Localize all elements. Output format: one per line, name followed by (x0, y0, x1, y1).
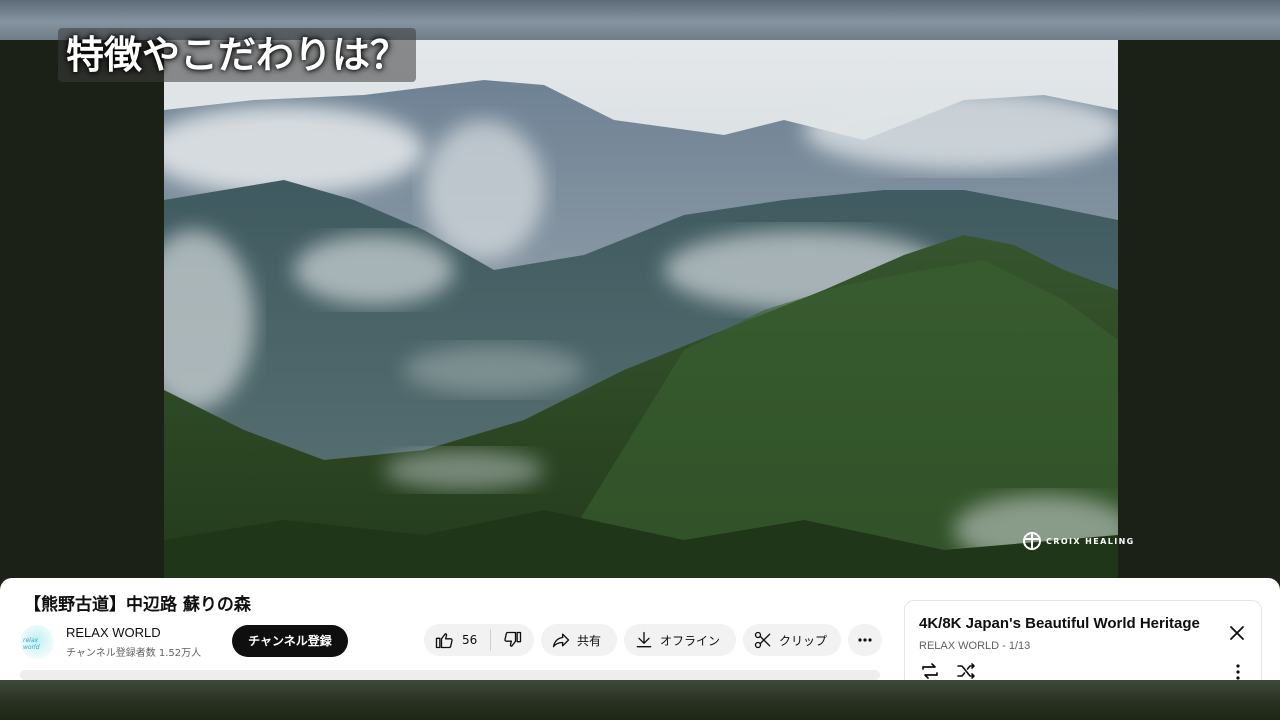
close-icon[interactable] (1227, 623, 1247, 643)
video-player[interactable] (164, 40, 1118, 578)
video-title: 【熊野古道】中辺路 蘇りの森 (24, 595, 251, 615)
channel-name[interactable]: RELAX WORLD (66, 625, 161, 640)
like-button[interactable]: 56 (424, 624, 490, 656)
app-frame: 特徴やこだわりは？ CROIX HEALING 【熊野古道】中辺路 蘇りの森 r… (0, 0, 1280, 720)
video-info-panel: 【熊野古道】中辺路 蘇りの森 relax world RELAX WORLD チ… (0, 578, 1280, 680)
more-horizontal-icon (858, 638, 872, 642)
dislike-button[interactable] (491, 624, 534, 656)
avatar-logo-text: relax world (23, 637, 40, 651)
download-button[interactable]: オフライン (624, 624, 736, 656)
video-caption: 特徴やこだわりは？ (58, 28, 417, 82)
like-dislike-group: 56 (424, 624, 534, 656)
share-button[interactable]: 共有 (541, 624, 617, 656)
more-actions-button[interactable] (848, 624, 882, 656)
croix-logo-icon (1023, 532, 1041, 550)
subscriber-count: チャンネル登録者数 1.52万人 (66, 648, 202, 659)
clip-button[interactable]: クリップ (743, 624, 841, 656)
video-frame-landscape (164, 40, 1118, 578)
watermark-text: CROIX HEALING (1046, 536, 1135, 546)
share-arrow-icon (552, 633, 570, 648)
letterbox-left (0, 40, 164, 580)
more-vertical-icon[interactable] (1231, 663, 1245, 680)
share-label: 共有 (577, 633, 602, 648)
loop-icon[interactable] (919, 661, 941, 680)
like-count: 56 (462, 633, 478, 647)
panel-divider (20, 670, 880, 680)
background-bottom-strip (0, 680, 1280, 720)
video-watermark: CROIX HEALING (1022, 530, 1135, 552)
thumbs-up-icon (435, 633, 453, 649)
clip-label: クリップ (779, 633, 828, 648)
playlist-title[interactable]: 4K/8K Japan's Beautiful World Heritage (919, 615, 1219, 632)
playlist-panel: 4K/8K Japan's Beautiful World Heritage R… (904, 600, 1262, 680)
letterbox-right (1118, 40, 1280, 580)
subscribe-button[interactable]: チャンネル登録 (232, 625, 348, 657)
playlist-subtitle: RELAX WORLD - 1/13 (919, 640, 1031, 652)
download-icon (636, 631, 652, 648)
scissors-icon (754, 631, 771, 649)
channel-avatar[interactable]: relax world (20, 625, 54, 659)
shuffle-icon[interactable] (955, 661, 977, 680)
download-label: オフライン (660, 633, 721, 648)
thumbs-down-icon (503, 631, 521, 647)
